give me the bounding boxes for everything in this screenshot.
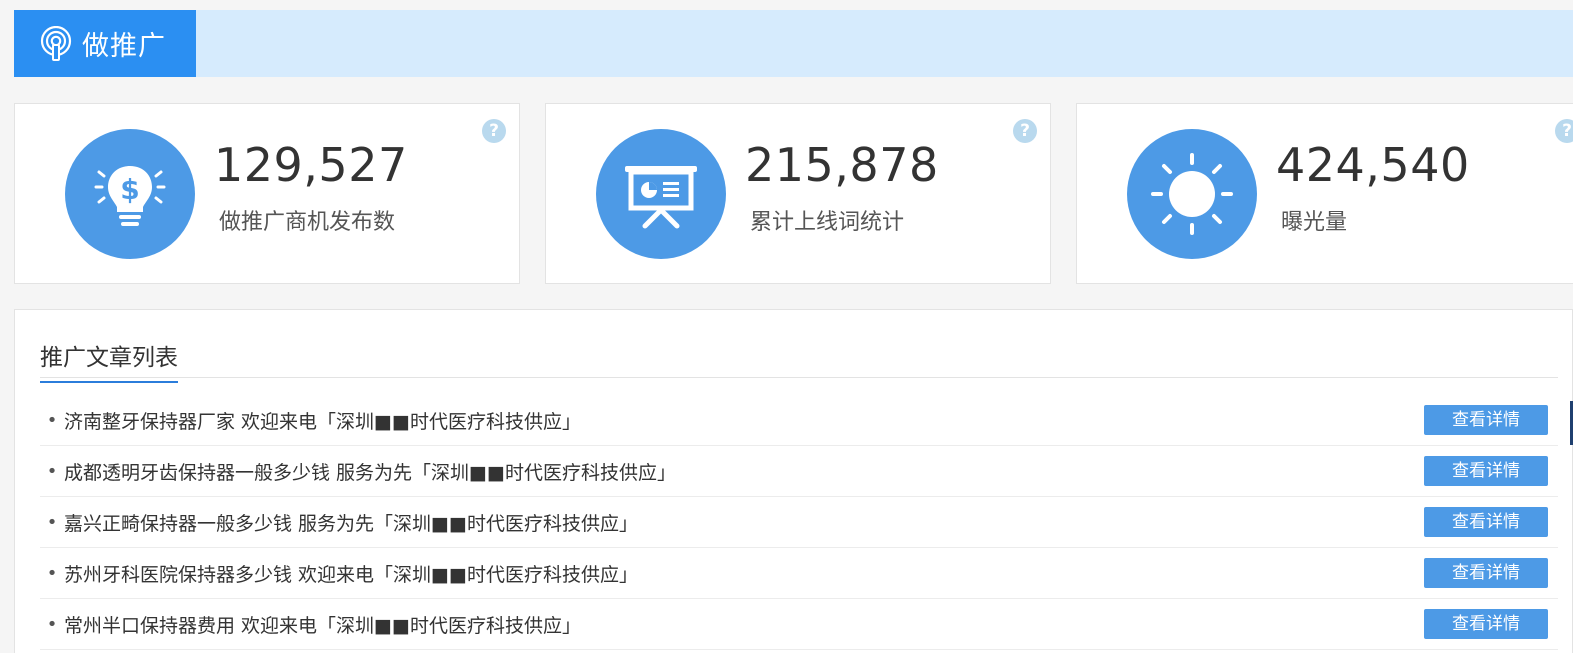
stat-card-exposure: 424,540 曝光量 ? [1076, 103, 1573, 284]
stat-label: 累计上线词统计 [750, 210, 905, 235]
stat-icon-circle [596, 129, 726, 259]
stat-label: 做推广商机发布数 [219, 210, 396, 235]
presentation-board-icon [625, 166, 697, 229]
page-header: 做推广 [14, 10, 1573, 77]
stat-icon-circle: $ [65, 129, 195, 259]
list-item: • 嘉兴正畸保持器一般多少钱 服务为先「深圳■■时代医疗科技供应」 查看详情 [40, 497, 1558, 548]
view-details-button[interactable]: 查看详情 [1424, 558, 1548, 588]
list-item: • 济南整牙保持器厂家 欢迎来电「深圳■■时代医疗科技供应」 查看详情 [40, 395, 1558, 446]
svg-text:$: $ [120, 173, 139, 206]
article-link[interactable]: 济南整牙保持器厂家 欢迎来电「深圳■■时代医疗科技供应」 [64, 407, 581, 434]
stat-value: 215,878 [745, 138, 939, 192]
bullet: • [46, 409, 58, 431]
lightbulb-dollar-icon: $ [94, 166, 166, 226]
list-item: • 苏州牙科医院保持器多少钱 欢迎来电「深圳■■时代医疗科技供应」 查看详情 [40, 548, 1558, 599]
stat-value: 424,540 [1276, 138, 1470, 192]
broadcast-icon [40, 25, 72, 61]
bullet: • [46, 613, 58, 635]
article-link[interactable]: 嘉兴正畸保持器一般多少钱 服务为先「深圳■■时代医疗科技供应」 [64, 509, 638, 536]
article-list-panel: 推广文章列表 • 济南整牙保持器厂家 欢迎来电「深圳■■时代医疗科技供应」 查看… [14, 309, 1573, 653]
stat-card-keywords: 215,878 累计上线词统计 ? [545, 103, 1051, 284]
help-icon[interactable]: ? [1555, 119, 1573, 143]
bullet: • [46, 511, 58, 533]
stat-card-opportunities: $ 129,527 做推广商机发布数 ? [14, 103, 520, 284]
bullet: • [46, 562, 58, 584]
help-icon[interactable]: ? [1013, 119, 1037, 143]
article-link[interactable]: 成都透明牙齿保持器一般多少钱 服务为先「深圳■■时代医疗科技供应」 [64, 458, 676, 485]
stat-value: 129,527 [214, 138, 408, 192]
stat-icon-circle [1127, 129, 1257, 259]
view-details-button[interactable]: 查看详情 [1424, 405, 1548, 435]
list-item: • 常州半口保持器费用 欢迎来电「深圳■■时代医疗科技供应」 查看详情 [40, 599, 1558, 650]
header-tab[interactable]: 做推广 [14, 10, 196, 77]
panel-header: 推广文章列表 [40, 310, 1558, 383]
bullet: • [46, 460, 58, 482]
view-details-button[interactable]: 查看详情 [1424, 456, 1548, 486]
article-list: • 济南整牙保持器厂家 欢迎来电「深圳■■时代医疗科技供应」 查看详情 • 成都… [40, 395, 1558, 650]
sun-icon [1151, 153, 1233, 235]
article-link[interactable]: 常州半口保持器费用 欢迎来电「深圳■■时代医疗科技供应」 [64, 611, 581, 638]
panel-title[interactable]: 推广文章列表 [40, 338, 178, 383]
article-link[interactable]: 苏州牙科医院保持器多少钱 欢迎来电「深圳■■时代医疗科技供应」 [64, 560, 638, 587]
help-icon[interactable]: ? [482, 119, 506, 143]
view-details-button[interactable]: 查看详情 [1424, 507, 1548, 537]
page-title: 做推广 [82, 31, 166, 62]
list-item: • 成都透明牙齿保持器一般多少钱 服务为先「深圳■■时代医疗科技供应」 查看详情 [40, 446, 1558, 497]
view-details-button[interactable]: 查看详情 [1424, 609, 1548, 639]
stat-label: 曝光量 [1281, 210, 1348, 235]
